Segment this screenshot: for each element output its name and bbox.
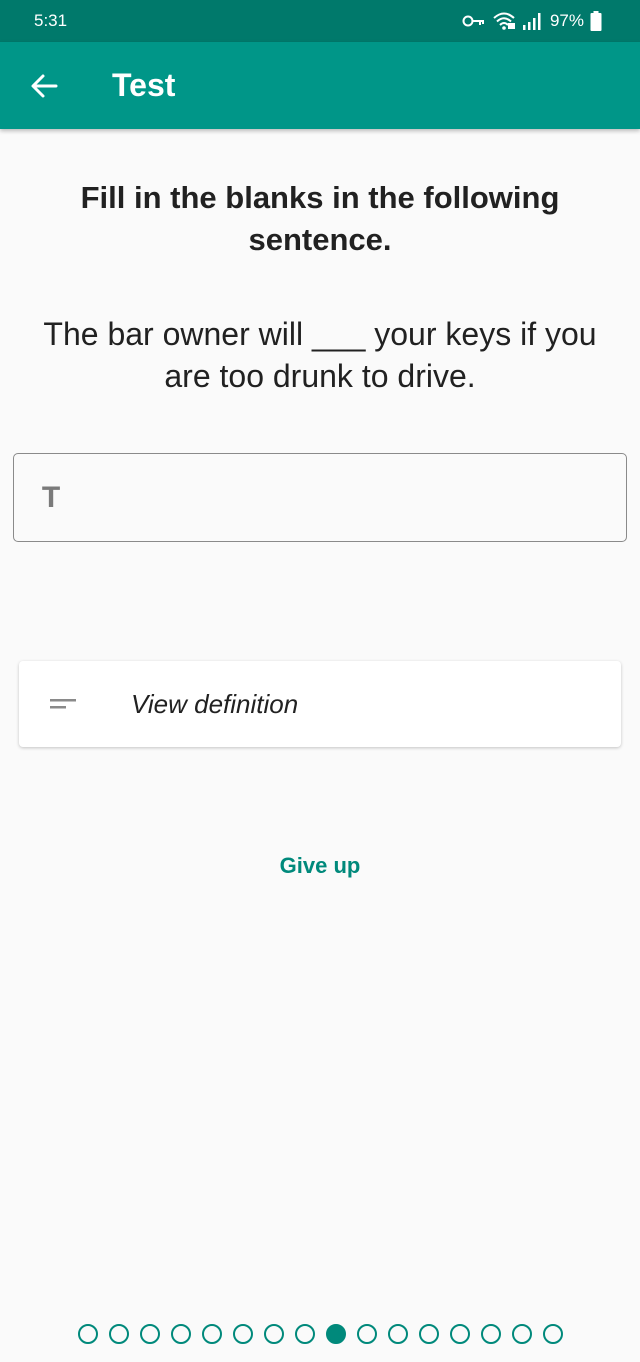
progress-dot	[232, 1324, 253, 1344]
progress-dot	[542, 1324, 563, 1344]
status-time: 5:31	[34, 11, 68, 30]
back-button[interactable]	[0, 42, 88, 129]
progress-dot	[294, 1324, 315, 1344]
key-icon	[462, 15, 484, 27]
progress-dot	[201, 1324, 222, 1344]
answer-field[interactable]: T	[13, 453, 627, 542]
question-sentence: The bar owner will ___ your keys if you …	[43, 316, 597, 394]
give-up-button[interactable]: Give up	[220, 846, 420, 886]
status-icons: 97%	[462, 11, 602, 31]
progress-dot	[263, 1324, 284, 1344]
progress-dots	[0, 1324, 640, 1344]
text-format-icon: T	[41, 480, 61, 514]
answer-input[interactable]	[86, 454, 626, 541]
progress-dot	[139, 1324, 160, 1344]
view-definition-button[interactable]: View definition	[19, 661, 621, 747]
progress-dot	[108, 1324, 129, 1344]
app-bar: Test	[0, 42, 640, 129]
progress-dot	[325, 1324, 346, 1344]
battery-percent: 97%	[549, 11, 584, 30]
progress-dot	[511, 1324, 532, 1344]
wifi-icon	[493, 12, 515, 30]
arrow-left-icon	[31, 74, 58, 97]
progress-dot	[356, 1324, 377, 1344]
battery-icon	[590, 11, 602, 31]
progress-dot	[170, 1324, 191, 1344]
status-bar: 5:31 97%	[0, 0, 640, 42]
view-definition-label: View definition	[131, 688, 299, 719]
progress-dot	[387, 1324, 408, 1344]
short-text-icon	[19, 697, 107, 711]
progress-dot	[418, 1324, 439, 1344]
question-prompt: Fill in the blanks in the following sent…	[80, 180, 560, 257]
progress-dot	[480, 1324, 501, 1344]
signal-icon	[522, 13, 541, 30]
page-title: Test	[112, 67, 176, 103]
progress-dot	[449, 1324, 470, 1344]
progress-dot	[77, 1324, 98, 1344]
